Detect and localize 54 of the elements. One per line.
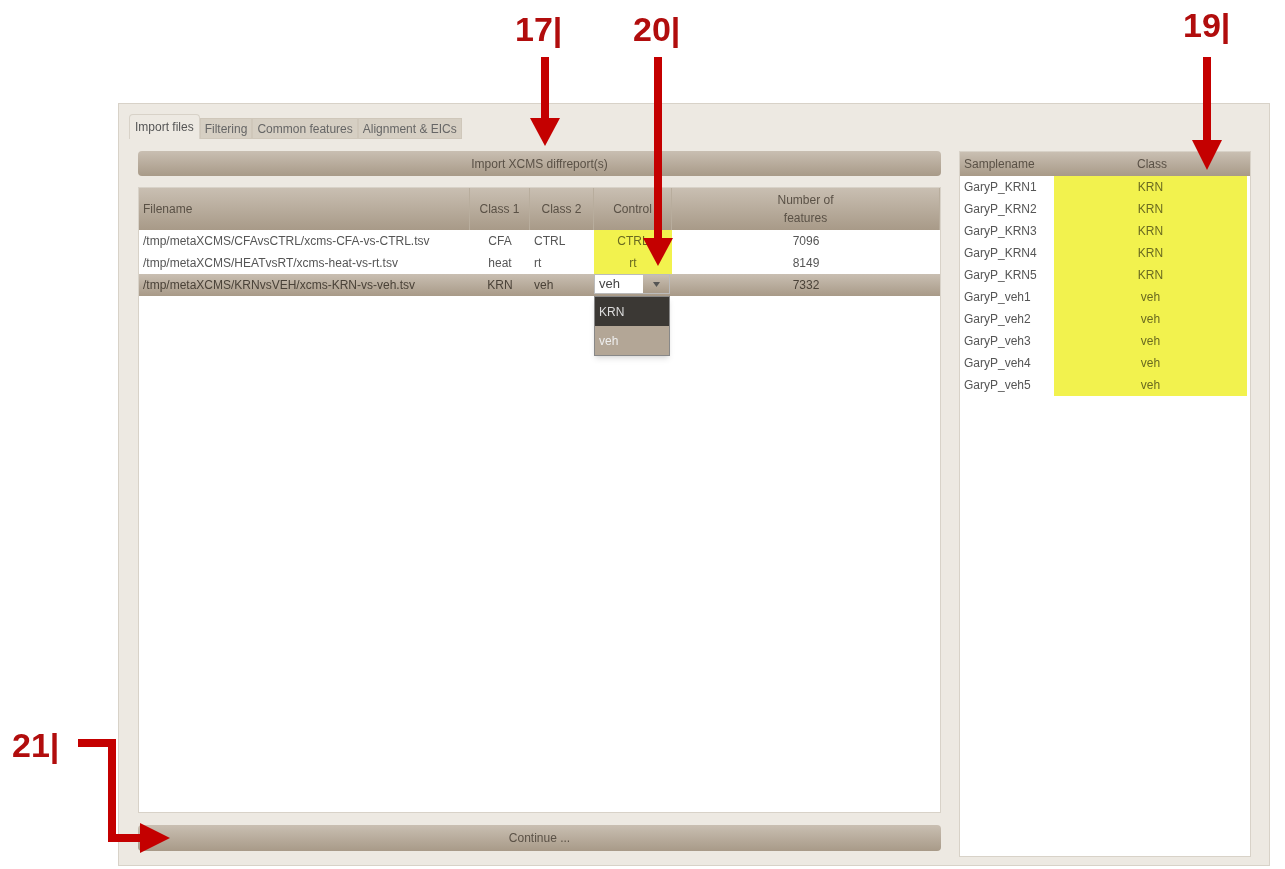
callout-label: 19| — [1183, 8, 1231, 42]
table-cell-text: heat — [487, 255, 513, 272]
table-cell-text: GaryP_veh5 — [963, 377, 1032, 394]
table-cell: KRN — [1054, 176, 1247, 198]
table-cell: veh — [1054, 308, 1247, 330]
table-cell-text: GaryP_veh2 — [963, 311, 1032, 328]
table-cell: KRN — [1054, 220, 1247, 242]
table-cell-text: /tmp/metaXCMS/CFAvsCTRL/xcms-CFA-vs-CTRL.tsv — [142, 233, 431, 250]
table-cell-text: rt — [533, 255, 543, 272]
control-combobox[interactable]: veh — [594, 274, 670, 294]
column-header[interactable]: Filename — [143, 200, 193, 218]
table-cell-text: GaryP_veh4 — [963, 355, 1032, 372]
table-cell-text: GaryP_veh3 — [963, 333, 1032, 350]
table-cell: rt — [594, 252, 672, 274]
table-cell-text: CFA — [487, 233, 513, 250]
table-cell-text: /tmp/metaXCMS/HEATvsRT/xcms-heat-vs-rt.tsv — [142, 255, 399, 272]
table-cell-text: 7332 — [791, 277, 821, 294]
table-cell-text: GaryP_KRN2 — [963, 201, 1038, 218]
callout-label: 17| — [515, 12, 563, 46]
dropdown-arrow-icon[interactable] — [652, 281, 660, 287]
tab[interactable]: Filtering — [199, 118, 253, 139]
table-cell: veh — [1054, 374, 1247, 396]
table-cell-text: 7096 — [791, 233, 821, 250]
dropdown-option[interactable]: KRN — [595, 297, 669, 326]
column-header[interactable]: Class 2 — [541, 200, 582, 218]
continue-button[interactable]: Continue ... — [138, 825, 941, 851]
table-cell: KRN — [1054, 198, 1247, 220]
column-header[interactable]: Class 1 — [479, 200, 520, 218]
table-cell: veh — [1054, 352, 1247, 374]
table-cell: KRN — [1054, 264, 1247, 286]
dropdown-option[interactable]: veh — [595, 326, 669, 355]
table-cell-text: 8149 — [791, 255, 821, 272]
table-cell: KRN — [1054, 242, 1247, 264]
table-cell: veh — [1054, 330, 1247, 352]
table-cell-text: KRN — [486, 277, 514, 294]
table-cell-text: GaryP_KRN5 — [963, 267, 1038, 284]
tab[interactable]: Import files — [129, 114, 200, 139]
table-cell-text: GaryP_KRN1 — [963, 179, 1038, 196]
table-cell-text: veh — [533, 277, 555, 294]
column-header[interactable]: Control — [613, 200, 652, 218]
table-cell-text: GaryP_KRN3 — [963, 223, 1038, 240]
column-header[interactable]: Class — [1054, 152, 1250, 176]
table-cell: veh — [1054, 286, 1247, 308]
callout-label: 20| — [633, 12, 681, 46]
table-cell-text: GaryP_KRN4 — [963, 245, 1038, 262]
table-cell-text: CTRL — [533, 233, 567, 250]
import-button[interactable]: Import XCMS diffreport(s) — [138, 151, 941, 176]
callout-label: 21| — [12, 728, 60, 762]
table-cell-text: /tmp/metaXCMS/KRNvsVEH/xcms-KRN-vs-veh.tsv — [142, 277, 417, 294]
column-header[interactable]: Samplename — [960, 152, 1054, 176]
table-cell-text: GaryP_veh1 — [963, 289, 1032, 306]
tab[interactable]: Alignment & EICs — [357, 118, 462, 139]
tab[interactable]: Common features — [252, 118, 358, 139]
column-header[interactable]: Number of features — [765, 191, 846, 227]
